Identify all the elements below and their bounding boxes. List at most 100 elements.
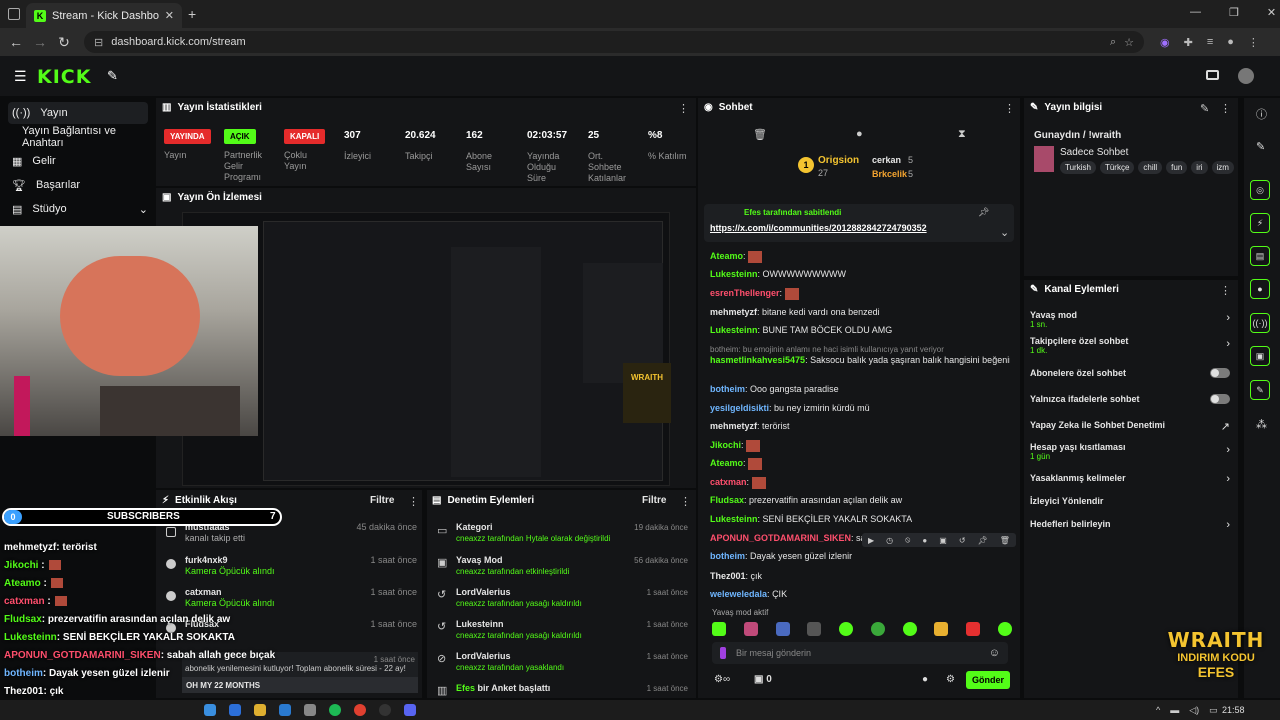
tag[interactable]: chill <box>1138 161 1163 174</box>
sub-only-toggle[interactable] <box>1210 368 1230 378</box>
hamburger-menu-icon[interactable]: ☰ <box>14 68 27 85</box>
profile-icon[interactable]: ● <box>1227 36 1234 49</box>
chat-username[interactable]: yesilgeldisikti <box>710 403 769 413</box>
undo-icon[interactable]: ↺ <box>959 536 966 545</box>
emote-icon[interactable] <box>966 622 981 636</box>
action-follower-only[interactable]: Takipçilere özel sohbet 1 dk. › <box>1030 336 1230 355</box>
chevron-down-icon[interactable]: ⌄ <box>1000 226 1009 239</box>
gear-icon[interactable]: ⚙ <box>946 674 955 685</box>
info-icon[interactable]: ⓘ <box>1256 106 1267 122</box>
chat-username[interactable]: Ateamo <box>710 458 743 468</box>
network-icon[interactable]: ▬ <box>1170 705 1179 716</box>
action-emote-only[interactable]: Yalnızca ifadelerle sohbet <box>1030 394 1230 404</box>
chat-message[interactable]: catxman: <box>710 476 1010 489</box>
channel-menu-icon[interactable]: ⋮ <box>1220 284 1231 297</box>
new-tab-icon[interactable]: + <box>188 6 196 22</box>
chat-username[interactable]: Jikochi <box>710 440 741 450</box>
discord-icon[interactable] <box>404 704 416 716</box>
chat-message[interactable]: hasmetlinkahvesi5475: Saksocu balık yada… <box>710 354 1010 366</box>
chat-message[interactable]: Thez001: çık <box>710 570 1010 582</box>
chat-menu-icon[interactable]: ⋮ <box>1004 102 1015 115</box>
activity-filter-button[interactable]: Filtre <box>370 495 394 506</box>
chat-username[interactable]: Thez001 <box>710 571 746 581</box>
emote-icon[interactable] <box>870 622 885 636</box>
action-banned-words[interactable]: Yasaklanmış kelimeler › <box>1030 473 1230 485</box>
slash-icon[interactable]: ⦸ <box>905 535 910 545</box>
sidebar-item-achievements[interactable]: 🏆︎ Başarılar <box>8 174 148 196</box>
tab-search-icon[interactable] <box>8 8 20 20</box>
activity-menu-icon[interactable]: ⋮ <box>408 495 419 508</box>
chat-settings-bubble-icon[interactable]: ● <box>922 674 928 685</box>
emote-icon[interactable] <box>775 622 790 636</box>
chat-message[interactable]: esrenThellenger: <box>710 287 1010 300</box>
rail-button-3[interactable]: ▤ <box>1250 246 1270 266</box>
rail-button-1[interactable]: ◎ <box>1250 180 1270 200</box>
timeout-icon[interactable]: ◷ <box>886 536 893 545</box>
rail-button-2[interactable]: ⚡︎ <box>1250 213 1270 233</box>
sidebar-item-stream[interactable]: ((·)) Yayın <box>8 102 148 124</box>
tag[interactable]: Türkçe <box>1099 161 1135 174</box>
creator-mode-icon[interactable] <box>1206 70 1219 80</box>
action-slow-mode[interactable]: Yavaş mod 1 sn. › <box>1030 310 1230 329</box>
chat-username[interactable]: botheim <box>710 384 745 394</box>
send-button[interactable]: Gönder <box>966 671 1010 689</box>
emote-icon[interactable] <box>807 622 822 636</box>
minimize-icon[interactable]: — <box>1190 6 1201 19</box>
chat-message[interactable]: Ateamo: <box>710 457 1010 470</box>
site-info-icon[interactable]: ⊟ <box>94 36 103 49</box>
zoom-icon[interactable]: ⌕ <box>1110 36 1116 49</box>
mail-icon[interactable] <box>279 704 291 716</box>
extension-icon[interactable]: ◉ <box>1160 36 1170 49</box>
chat-username[interactable]: Ateamo <box>710 251 743 261</box>
emote-only-toggle[interactable] <box>1210 394 1230 404</box>
puzzle-icon[interactable]: ✚ <box>1184 36 1193 49</box>
trash-icon[interactable]: 🗑︎ <box>1000 536 1010 545</box>
chat-message[interactable]: yesilgeldisikti: bu ney izmirin kürdü mü <box>710 402 1010 414</box>
tools-icon[interactable]: ⚙∞ <box>714 674 730 685</box>
action-goals[interactable]: Hedefleri belirleyin › <box>1030 519 1230 531</box>
media-icon[interactable]: ≡ <box>1207 36 1213 49</box>
pinned-link[interactable]: https://x.com/i/communities/201288284272… <box>710 223 927 233</box>
close-window-icon[interactable]: ✕ <box>1267 6 1276 19</box>
browser-menu-icon[interactable]: ⋮ <box>1248 36 1259 49</box>
obs-icon[interactable] <box>379 704 391 716</box>
trash-icon[interactable]: 🗑︎ <box>753 128 767 141</box>
windows-icon[interactable] <box>204 704 216 716</box>
stream-info-menu-icon[interactable]: ⋮ <box>1220 102 1231 115</box>
chat-username[interactable]: Lukesteinn <box>710 325 758 335</box>
emote-icon[interactable] <box>902 622 917 636</box>
tray-chevron-icon[interactable]: ^ <box>1156 705 1160 716</box>
action-ai-moderation[interactable]: Yapay Zeka ile Sohbet Denetimi ↗ <box>1030 420 1230 433</box>
chat-message[interactable]: Ateamo: <box>710 250 1010 263</box>
chat-message[interactable]: mehmetyzf: terörist <box>710 420 1010 432</box>
user-avatar[interactable] <box>1238 68 1254 84</box>
sidebar-item-studio[interactable]: ▤ Stüdyo ⌄ <box>8 198 148 220</box>
battery-icon[interactable]: ▭ <box>1209 705 1218 716</box>
rail-more-icon[interactable]: ⁂ <box>1256 418 1267 431</box>
rail-button-6[interactable]: ▣ <box>1250 346 1270 366</box>
rail-button-5[interactable]: ((·)) <box>1250 313 1270 333</box>
chat-message[interactable]: mehmetyzf: bitane kedi vardı ona benzedi <box>710 306 1010 318</box>
chat-username[interactable]: APONUN_GOTDAMARINI_SIKEN <box>710 533 851 543</box>
emoji-icon[interactable]: ☺ <box>989 647 1000 659</box>
hourglass-icon[interactable]: ⧗ <box>958 128 966 141</box>
reload-icon[interactable]: ↻ <box>52 34 76 51</box>
chat-username[interactable]: mehmetyzf <box>710 421 757 431</box>
action-account-age[interactable]: Hesap yaşı kısıtlaması 1 gün › <box>1030 442 1230 461</box>
rail-button-7[interactable]: ✎ <box>1250 380 1270 400</box>
chat-icon[interactable]: ● <box>922 536 927 545</box>
chat-message[interactable]: Lukesteinn: SENİ BEKÇİLER YAKALR SOKAKTA <box>710 513 1010 525</box>
stats-menu-icon[interactable]: ⋮ <box>678 102 689 115</box>
chat-message[interactable]: botheim: Ooo gangsta paradise <box>710 383 1010 395</box>
tab-close-icon[interactable]: ✕ <box>165 9 174 22</box>
sidebar-item-stream-key[interactable]: Yayın Bağlantısı ve Anahtarı <box>8 125 158 149</box>
edit-icon[interactable]: ✎ <box>1256 140 1265 153</box>
bookmark-star-icon[interactable]: ☆ <box>1124 36 1134 49</box>
chat-message[interactable]: Jikochi: <box>710 439 1010 452</box>
sidebar-item-revenue[interactable]: ▦ Gelir <box>8 150 148 172</box>
chat-username[interactable]: Lukesteinn <box>710 269 758 279</box>
emote-icon[interactable] <box>839 622 854 636</box>
chat-message[interactable]: Lukesteinn: OWWWWWWWWW <box>710 268 1010 280</box>
chat-username[interactable]: mehmetyzf <box>710 307 757 317</box>
emote-icon[interactable] <box>934 622 949 636</box>
